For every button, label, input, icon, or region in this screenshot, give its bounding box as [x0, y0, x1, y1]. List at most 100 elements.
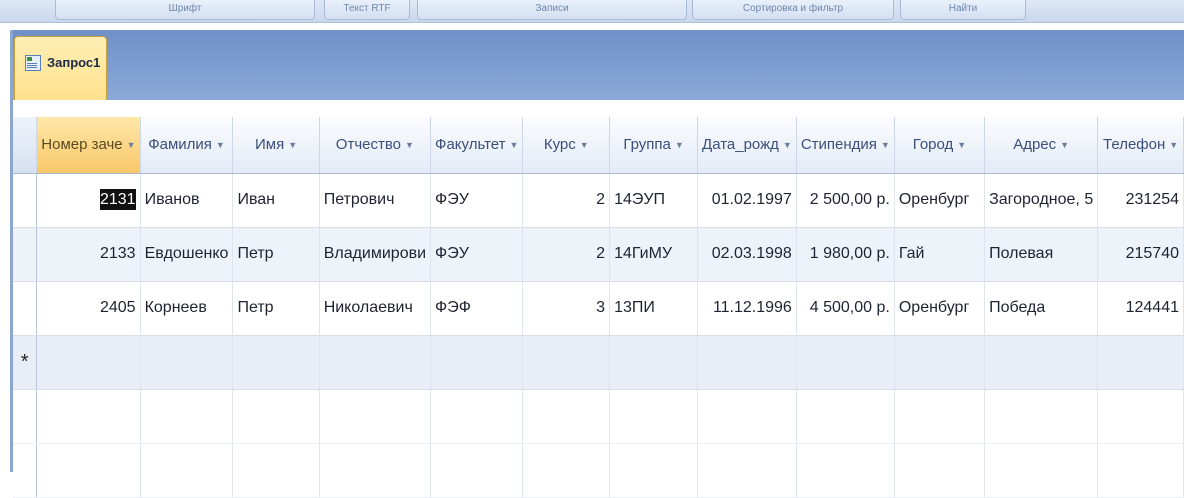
table-cell[interactable] — [140, 335, 234, 390]
table-cell[interactable]: 2133 — [36, 227, 141, 282]
table-cell[interactable] — [232, 335, 320, 390]
column-header[interactable]: Стипендия ▼ — [796, 117, 895, 174]
table-cell[interactable]: ФЭФ — [430, 281, 524, 336]
column-header[interactable]: Город ▼ — [894, 117, 986, 174]
ribbon-group-records[interactable]: Записи — [417, 0, 687, 20]
table-cell[interactable]: 4 500,00 р. — [796, 281, 895, 336]
document-tab-bar — [13, 30, 1184, 100]
dropdown-arrow-icon[interactable]: ▼ — [510, 140, 519, 150]
row-selector[interactable] — [13, 227, 38, 282]
table-cell[interactable]: 231254 — [1097, 173, 1184, 228]
new-record-row[interactable]: * — [13, 335, 1184, 390]
select-all-corner[interactable] — [13, 117, 38, 174]
ribbon-group-font[interactable]: Шрифт — [55, 0, 315, 20]
column-header[interactable]: Адрес ▼ — [984, 117, 1099, 174]
table-row[interactable]: 2405 Корнеев Петр Николаевич ФЭФ 3 13ПИ … — [13, 281, 1184, 336]
ribbon-group-label: Записи — [535, 3, 569, 14]
table-cell[interactable]: 2131 — [36, 173, 141, 228]
column-header[interactable]: Номер заче ▼ — [36, 117, 141, 174]
table-cell[interactable] — [894, 335, 986, 390]
column-header-label: Адрес — [1013, 136, 1057, 154]
column-header[interactable]: Курс ▼ — [522, 117, 611, 174]
table-cell[interactable] — [430, 335, 524, 390]
ribbon-group-rtf[interactable]: Текст RTF — [324, 0, 410, 20]
table-cell[interactable] — [984, 335, 1099, 390]
table-cell[interactable]: Владимирови — [319, 227, 432, 282]
table-cell[interactable]: 02.03.1998 — [697, 227, 797, 282]
table-cell[interactable]: Петр — [232, 281, 320, 336]
table-cell[interactable] — [796, 335, 895, 390]
table-cell[interactable]: 2405 — [36, 281, 141, 336]
table-cell[interactable]: 14ГиМУ — [609, 227, 699, 282]
new-record-selector[interactable]: * — [13, 335, 38, 390]
dropdown-arrow-icon[interactable]: ▼ — [127, 140, 136, 150]
table-cell[interactable]: 3 — [522, 281, 611, 336]
column-header[interactable]: Группа ▼ — [609, 117, 699, 174]
table-cell[interactable]: 13ПИ — [609, 281, 699, 336]
dropdown-arrow-icon[interactable]: ▼ — [1169, 140, 1178, 150]
column-header[interactable]: Имя ▼ — [232, 117, 320, 174]
table-cell[interactable]: 1 980,00 р. — [796, 227, 895, 282]
query-icon — [25, 55, 41, 71]
document-tab-label: Запрос1 — [47, 55, 101, 70]
table-cell[interactable]: Евдошенко — [140, 227, 234, 282]
document-tab-query1[interactable]: Запрос1 — [14, 36, 107, 100]
dropdown-arrow-icon[interactable]: ▼ — [1060, 140, 1069, 150]
table-cell[interactable]: Петрович — [319, 173, 432, 228]
table-cell[interactable]: 11.12.1996 — [697, 281, 797, 336]
table-cell[interactable] — [522, 335, 611, 390]
dropdown-arrow-icon[interactable]: ▼ — [288, 140, 297, 150]
table-cell[interactable]: Николаевич — [319, 281, 432, 336]
dropdown-arrow-icon[interactable]: ▼ — [405, 140, 414, 150]
column-header[interactable]: Факультет ▼ — [430, 117, 524, 174]
empty-cell — [232, 443, 320, 498]
dropdown-arrow-icon[interactable]: ▼ — [216, 140, 225, 150]
empty-cell — [36, 389, 141, 444]
ribbon-group-sort-filter[interactable]: Сортировка и фильтр — [692, 0, 894, 20]
table-cell[interactable] — [36, 335, 141, 390]
table-cell[interactable]: Загородное, 5 — [984, 173, 1099, 228]
table-cell[interactable]: Петр — [232, 227, 320, 282]
column-header-label: Факультет — [435, 136, 506, 154]
dropdown-arrow-icon[interactable]: ▼ — [675, 140, 684, 150]
table-cell[interactable]: ФЭУ — [430, 173, 524, 228]
table-cell[interactable]: Иванов — [140, 173, 234, 228]
dropdown-arrow-icon[interactable]: ▼ — [580, 140, 589, 150]
empty-cell — [522, 389, 611, 444]
dropdown-arrow-icon[interactable]: ▼ — [881, 140, 890, 150]
table-cell[interactable] — [697, 335, 797, 390]
table-cell[interactable]: Полевая — [984, 227, 1099, 282]
empty-cell — [1097, 443, 1184, 498]
column-header[interactable]: Отчество ▼ — [319, 117, 432, 174]
table-cell[interactable]: Гай — [894, 227, 986, 282]
column-header-label: Курс — [543, 136, 576, 154]
dropdown-arrow-icon[interactable]: ▼ — [783, 140, 792, 150]
row-selector[interactable] — [13, 281, 38, 336]
table-cell[interactable]: ФЭУ — [430, 227, 524, 282]
table-cell[interactable]: 01.02.1997 — [697, 173, 797, 228]
column-header-label: Группа — [623, 136, 671, 154]
table-cell[interactable]: Победа — [984, 281, 1099, 336]
table-cell[interactable]: 14ЭУП — [609, 173, 699, 228]
column-header-label: Имя — [255, 136, 285, 154]
dropdown-arrow-icon[interactable]: ▼ — [957, 140, 966, 150]
table-cell[interactable] — [609, 335, 699, 390]
table-cell[interactable] — [319, 335, 432, 390]
row-selector[interactable] — [13, 173, 38, 228]
table-row[interactable]: 2133 Евдошенко Петр Владимирови ФЭУ 2 14… — [13, 227, 1184, 282]
table-cell[interactable]: 2 — [522, 227, 611, 282]
table-cell[interactable]: 124441 — [1097, 281, 1184, 336]
table-cell[interactable]: Оренбург — [894, 173, 986, 228]
column-header[interactable]: Фамилия ▼ — [140, 117, 234, 174]
table-cell[interactable]: 2 — [522, 173, 611, 228]
column-header[interactable]: Дата_рожд ▼ — [697, 117, 797, 174]
table-cell[interactable]: 2 500,00 р. — [796, 173, 895, 228]
table-cell[interactable]: Иван — [232, 173, 320, 228]
column-header[interactable]: Телефон ▼ — [1097, 117, 1184, 174]
table-cell[interactable] — [1097, 335, 1184, 390]
ribbon-group-find[interactable]: Найти — [900, 0, 1026, 20]
table-cell[interactable]: Оренбург — [894, 281, 986, 336]
table-row[interactable]: 2131 Иванов Иван Петрович ФЭУ 2 14ЭУП 01… — [13, 173, 1184, 228]
table-cell[interactable]: Корнеев — [140, 281, 234, 336]
table-cell[interactable]: 215740 — [1097, 227, 1184, 282]
